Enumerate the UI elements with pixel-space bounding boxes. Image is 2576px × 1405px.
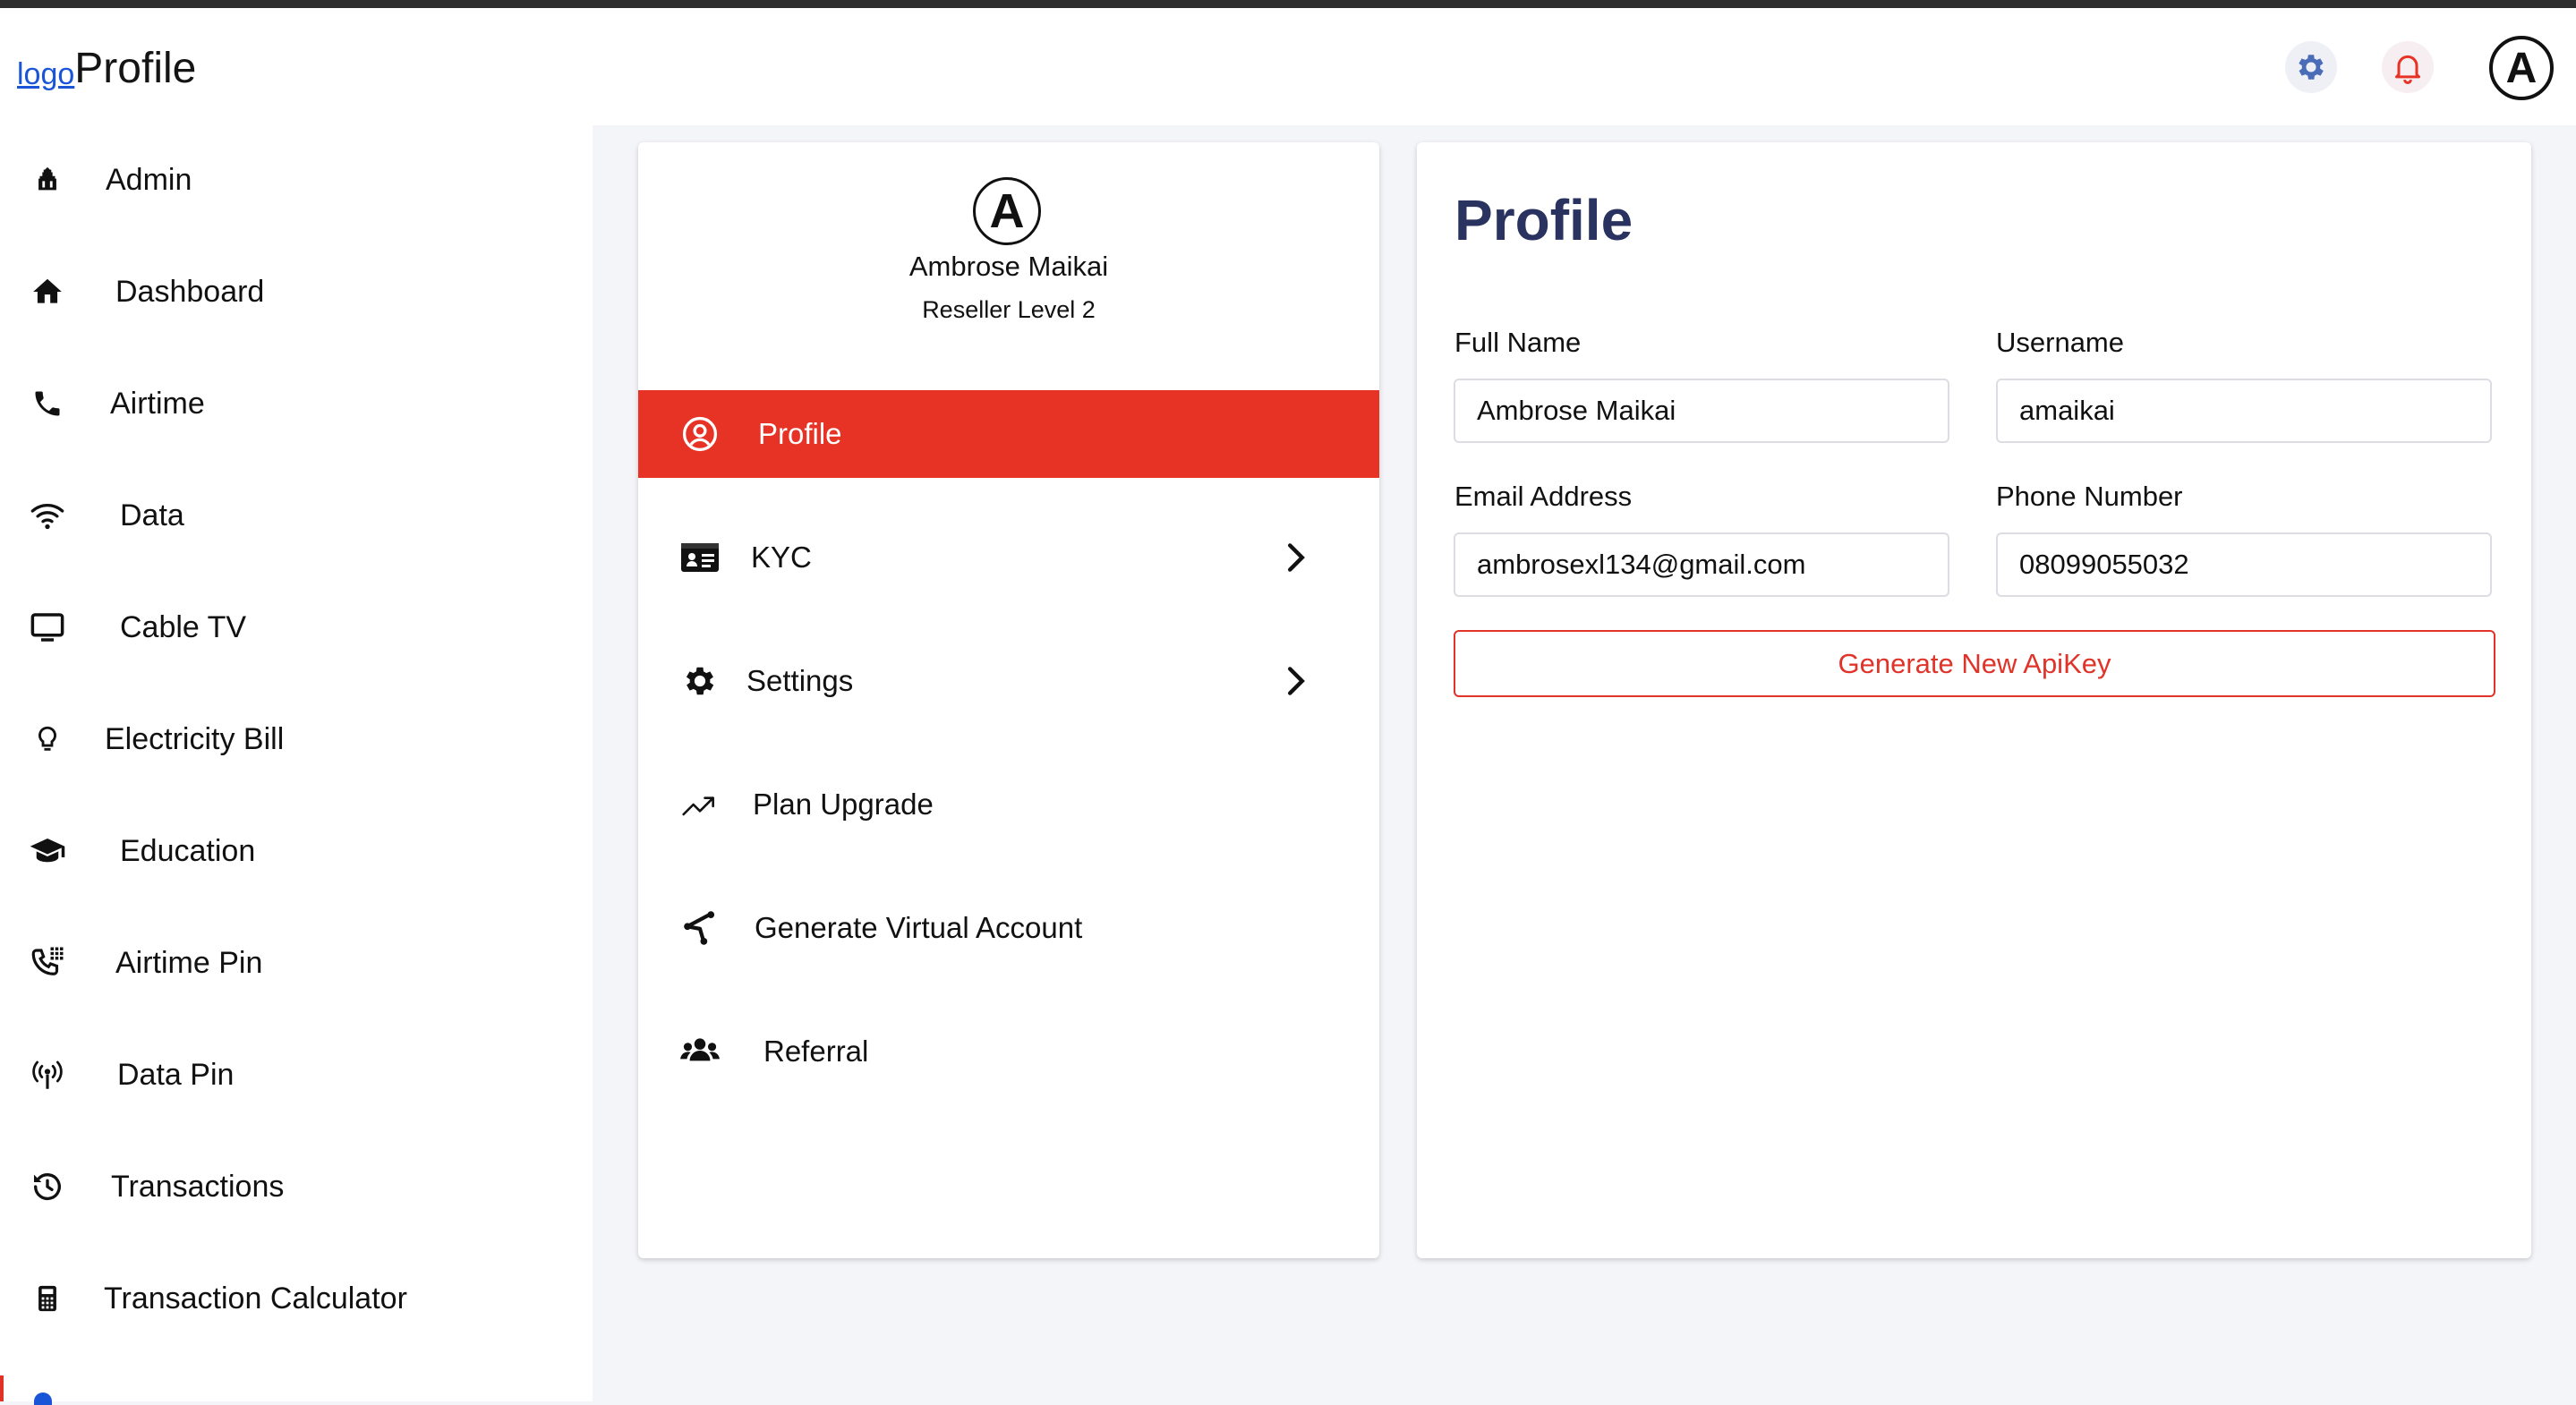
menu-item-settings[interactable]: Settings	[638, 637, 1379, 725]
sidebar-active-marker	[0, 1375, 4, 1401]
sidebar-item-airtime[interactable]: Airtime	[0, 377, 593, 430]
header-title: Profile	[74, 45, 197, 92]
sidebar-item-admin[interactable]: Admin	[0, 153, 593, 207]
logo-broken-image[interactable]: logo	[17, 56, 74, 92]
header-notifications-button[interactable]	[2382, 41, 2434, 93]
user-circle-icon	[678, 412, 722, 456]
profile-menu-card: A Ambrose Maikai Reseller Level 2 Profil…	[638, 142, 1379, 1258]
menu-item-label: Plan Upgrade	[753, 788, 934, 821]
sidebar-item-label: Transactions	[111, 1169, 285, 1204]
admin-icon	[27, 159, 68, 200]
header-settings-button[interactable]	[2285, 41, 2337, 93]
graduation-cap-icon	[27, 830, 68, 872]
profile-avatar: A	[973, 177, 1041, 245]
sidebar-item-data-pin[interactable]: Data Pin	[0, 1048, 593, 1102]
calculator-icon	[27, 1278, 68, 1319]
profile-name: Ambrose Maikai	[908, 251, 1109, 282]
bulb-icon	[27, 719, 68, 760]
sidebar-item-label: Dashboard	[115, 274, 265, 309]
email-field[interactable]	[1454, 532, 1949, 597]
brand[interactable]: logo Profile	[17, 46, 196, 92]
app-header: logo Profile A	[0, 8, 2576, 125]
sidebar-item-education[interactable]: Education	[0, 824, 593, 878]
top-window-strip	[0, 0, 2576, 8]
menu-item-profile[interactable]: Profile	[638, 390, 1379, 478]
gear-icon	[678, 659, 722, 703]
dialpad-icon	[27, 942, 68, 984]
sidebar-item-label: Admin	[106, 162, 192, 197]
chevron-right-icon	[1283, 540, 1309, 575]
email-label: Email Address	[1454, 481, 1633, 512]
share-icon	[678, 906, 722, 950]
profile-level: Reseller Level 2	[922, 296, 1096, 323]
page-title: Profile	[1454, 188, 1633, 252]
sidebar-item-label: Data	[120, 498, 184, 532]
menu-item-plan-upgrade[interactable]: Plan Upgrade	[638, 761, 1379, 848]
sidebar-item-label: Airtime Pin	[115, 945, 263, 980]
sidebar-item-label: Transaction Calculator	[104, 1281, 407, 1316]
menu-item-label: KYC	[751, 541, 812, 574]
id-card-icon	[678, 535, 722, 580]
sidebar: Admin Dashboard Airtime Data Cable TV El…	[0, 125, 593, 1401]
history-icon	[27, 1166, 68, 1207]
tv-icon	[27, 607, 68, 648]
phone-icon	[27, 383, 68, 424]
username-field[interactable]	[1996, 379, 2492, 443]
phone-label: Phone Number	[1996, 481, 2183, 512]
wifi-icon	[27, 495, 68, 536]
header-avatar[interactable]: A	[2489, 36, 2554, 100]
menu-item-generate-virtual-account[interactable]: Generate Virtual Account	[638, 884, 1379, 972]
sidebar-item-label: Airtime	[110, 386, 205, 421]
sidebar-item-label: Education	[120, 833, 256, 868]
sidebar-item-data[interactable]: Data	[0, 489, 593, 542]
antenna-icon	[27, 1054, 68, 1095]
sidebar-item-label: Data Pin	[117, 1057, 235, 1092]
sidebar-item-transaction-calculator[interactable]: Transaction Calculator	[0, 1272, 593, 1325]
sidebar-item-electricity-bill[interactable]: Electricity Bill	[0, 712, 593, 766]
menu-item-label: Settings	[746, 664, 854, 697]
sidebar-partial-icon	[34, 1392, 52, 1405]
sidebar-item-label: Electricity Bill	[105, 721, 285, 756]
sidebar-item-label: Cable TV	[120, 609, 247, 644]
home-icon	[27, 271, 68, 312]
full-name-field[interactable]	[1454, 379, 1949, 443]
sidebar-item-transactions[interactable]: Transactions	[0, 1160, 593, 1213]
menu-item-label: Profile	[758, 417, 842, 450]
menu-item-label: Referral	[763, 1035, 869, 1068]
menu-item-label: Generate Virtual Account	[755, 911, 1083, 944]
bell-icon	[2395, 55, 2420, 84]
phone-field[interactable]	[1996, 532, 2492, 597]
sidebar-item-cable-tv[interactable]: Cable TV	[0, 600, 593, 654]
sidebar-item-dashboard[interactable]: Dashboard	[0, 265, 593, 319]
chevron-right-icon	[1283, 663, 1309, 699]
generate-apikey-button[interactable]: Generate New ApiKey	[1454, 630, 2495, 697]
menu-item-kyc[interactable]: KYC	[638, 514, 1379, 601]
full-name-label: Full Name	[1454, 327, 1582, 358]
gear-icon	[2299, 55, 2324, 80]
trending-up-icon	[678, 782, 722, 827]
users-icon	[678, 1029, 722, 1074]
username-label: Username	[1996, 327, 2124, 358]
menu-item-referral[interactable]: Referral	[638, 1008, 1379, 1095]
sidebar-item-airtime-pin[interactable]: Airtime Pin	[0, 936, 593, 990]
profile-form-card: Profile Full Name Username Email Address…	[1417, 142, 2531, 1258]
